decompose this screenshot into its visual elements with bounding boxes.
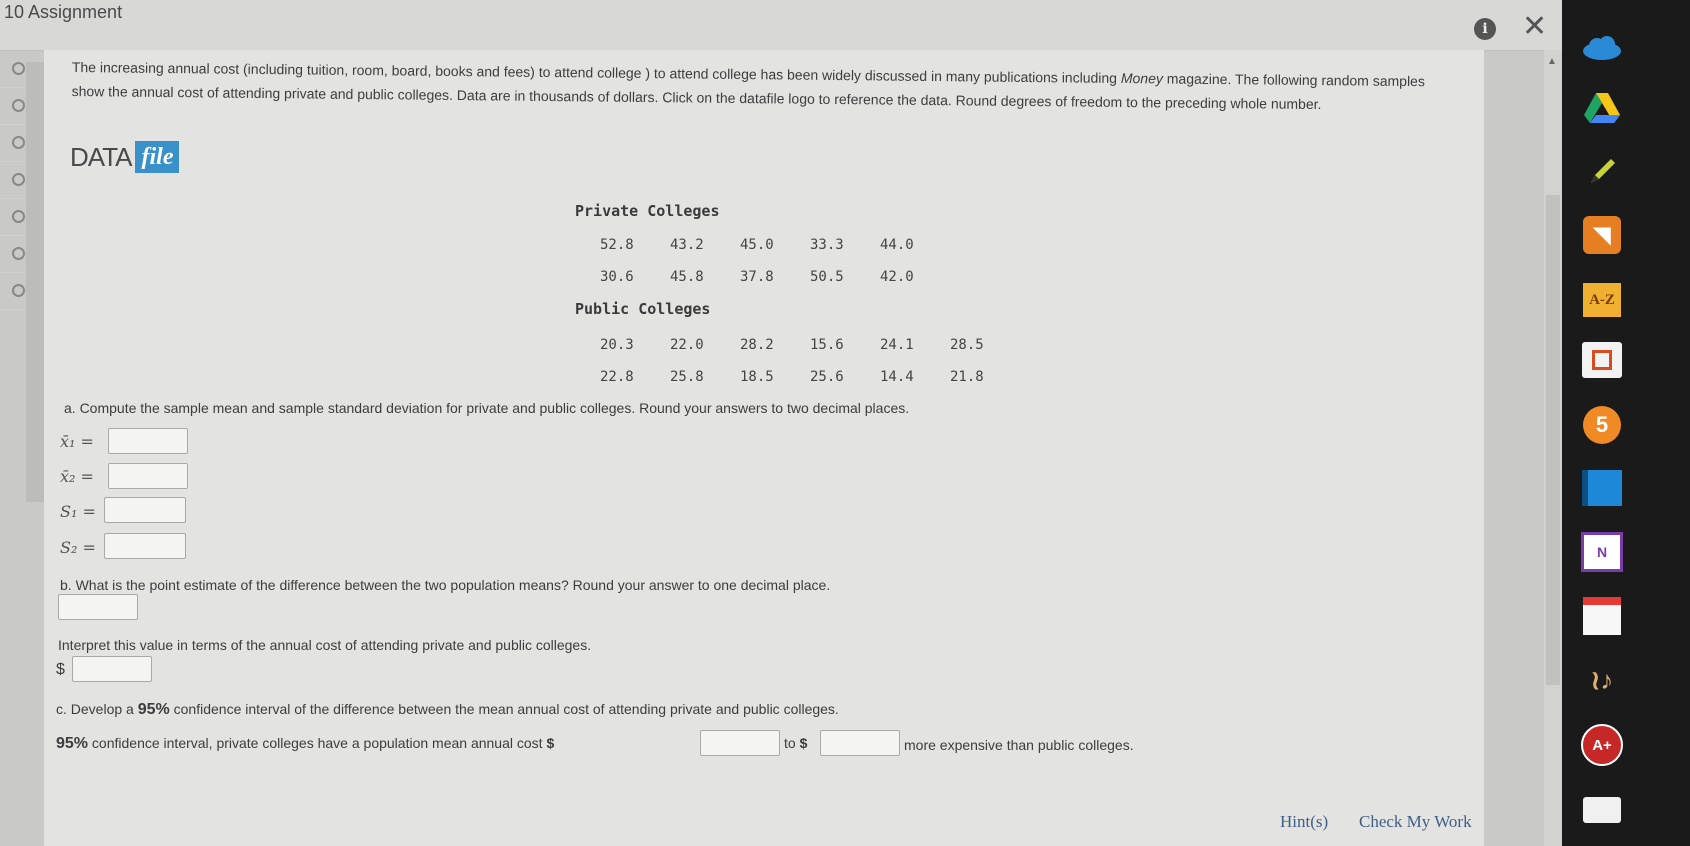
close-icon[interactable]: ✕ bbox=[1522, 12, 1547, 42]
dollar-sign: $ bbox=[56, 661, 65, 678]
public-colleges-title: Public Colleges bbox=[575, 300, 711, 318]
ci-upper-input[interactable] bbox=[820, 730, 900, 756]
table-cell: 44.0 bbox=[880, 237, 914, 253]
s2-label: S₂ = bbox=[60, 538, 96, 557]
part-b-interpret: Interpret this value in terms of the ann… bbox=[58, 637, 592, 653]
content-scrollbar[interactable]: ▲ bbox=[1544, 50, 1562, 846]
table-cell: 15.6 bbox=[810, 337, 844, 353]
drive-icon[interactable] bbox=[1580, 88, 1624, 128]
s1-input[interactable] bbox=[104, 497, 186, 523]
cloud-icon[interactable] bbox=[1580, 28, 1624, 68]
rss-icon[interactable]: ◥ bbox=[1580, 215, 1624, 255]
table-cell: 52.8 bbox=[600, 237, 634, 253]
radio-icon bbox=[12, 247, 25, 260]
five-badge-icon[interactable]: 5 bbox=[1580, 405, 1624, 445]
keyboard-icon[interactable] bbox=[1580, 790, 1624, 830]
point-estimate-input[interactable] bbox=[58, 594, 138, 620]
nav-scroll-track[interactable] bbox=[26, 62, 44, 502]
onenote-icon[interactable]: N bbox=[1580, 532, 1624, 572]
private-colleges-title: Private Colleges bbox=[575, 202, 720, 220]
table-cell: 45.0 bbox=[740, 237, 774, 253]
table-cell: 33.3 bbox=[810, 237, 844, 253]
table-cell: 43.2 bbox=[670, 237, 704, 253]
table-cell: 22.0 bbox=[670, 337, 704, 353]
datafile-logo[interactable]: DATA file bbox=[70, 140, 180, 174]
voice-icon[interactable]: ≀♪ bbox=[1580, 660, 1624, 700]
public-row-1: 20.3 22.0 28.2 15.6 24.1 28.5 bbox=[600, 337, 1020, 353]
private-row-2: 30.6 45.8 37.8 50.5 42.0 bbox=[600, 269, 950, 285]
table-cell: 25.6 bbox=[810, 369, 844, 385]
part-b-prompt: b. What is the point estimate of the dif… bbox=[60, 577, 831, 593]
public-row-2: 22.8 25.8 18.5 25.6 14.4 21.8 bbox=[600, 369, 1020, 385]
part-a-prompt: a. Compute the sample mean and sample st… bbox=[64, 400, 910, 416]
scroll-up-icon[interactable]: ▲ bbox=[1547, 56, 1557, 67]
s2-input[interactable] bbox=[104, 533, 186, 559]
ci-pct: 95% bbox=[56, 735, 89, 752]
table-cell: 14.4 bbox=[880, 369, 914, 385]
hints-link[interactable]: Hint(s) bbox=[1280, 812, 1328, 832]
ci-line: 95% confidence interval, private college… bbox=[56, 735, 554, 753]
aplus-icon[interactable]: A+ bbox=[1580, 724, 1624, 766]
part-c-prompt-pre: c. Develop a bbox=[56, 701, 138, 717]
datafile-file-text: file bbox=[135, 141, 180, 173]
table-cell: 25.8 bbox=[670, 369, 704, 385]
radio-icon bbox=[12, 210, 25, 223]
az-dictionary-icon[interactable]: A-Z bbox=[1580, 280, 1624, 320]
x2-label: x̄₂ = bbox=[60, 467, 94, 486]
ci-line-post: more expensive than public colleges. bbox=[904, 737, 1134, 753]
table-cell: 28.5 bbox=[950, 337, 984, 353]
radio-icon bbox=[12, 173, 25, 186]
question-panel bbox=[44, 50, 1484, 846]
interpret-input[interactable] bbox=[72, 656, 152, 682]
part-c-prompt: c. Develop a 95% confidence interval of … bbox=[56, 701, 839, 719]
x2-input[interactable] bbox=[108, 463, 188, 489]
dollar-sign: $ bbox=[546, 735, 555, 751]
pencil-icon[interactable] bbox=[1580, 150, 1624, 190]
table-cell: 18.5 bbox=[740, 369, 774, 385]
info-icon[interactable]: i bbox=[1474, 18, 1496, 40]
table-cell: 45.8 bbox=[670, 269, 704, 285]
table-cell: 42.0 bbox=[880, 269, 914, 285]
ci-to: to $ bbox=[784, 735, 807, 751]
s1-label: S₁ = bbox=[60, 502, 96, 521]
table-cell: 21.8 bbox=[950, 369, 984, 385]
ci-line-pre: confidence interval, private colleges ha… bbox=[88, 735, 547, 751]
datafile-data-text: DATA bbox=[70, 141, 132, 172]
radio-icon bbox=[12, 136, 25, 149]
office-icon[interactable] bbox=[1580, 340, 1624, 380]
publication-name: Money bbox=[1120, 69, 1164, 87]
scroll-thumb[interactable] bbox=[1546, 195, 1560, 685]
table-cell: 24.1 bbox=[880, 337, 914, 353]
check-my-work-link[interactable]: Check My Work bbox=[1359, 812, 1472, 832]
app-dock: ◥ A-Z 5 N ≀♪ A+ bbox=[1562, 0, 1690, 846]
title-bar: 10 Assignment i ✕ bbox=[0, 0, 1625, 51]
table-cell: 28.2 bbox=[740, 337, 774, 353]
app-title: 10 Assignment bbox=[4, 2, 123, 22]
table-cell: 30.6 bbox=[600, 269, 634, 285]
radio-icon bbox=[12, 62, 25, 75]
table-cell: 20.3 bbox=[600, 337, 634, 353]
ci-lower-input[interactable] bbox=[700, 730, 780, 756]
x1-input[interactable] bbox=[108, 428, 188, 454]
radio-icon bbox=[12, 99, 25, 112]
part-c-pct: 95% bbox=[137, 701, 170, 718]
notes-icon[interactable] bbox=[1580, 596, 1624, 636]
table-cell: 50.5 bbox=[810, 269, 844, 285]
table-cell: 22.8 bbox=[600, 369, 634, 385]
x1-label: x̄₁ = bbox=[60, 432, 94, 451]
to-text: to bbox=[784, 735, 796, 751]
radio-icon bbox=[12, 284, 25, 297]
dollar-sign: $ bbox=[799, 735, 808, 751]
book-icon[interactable] bbox=[1580, 468, 1624, 508]
private-row-1: 52.8 43.2 45.0 33.3 44.0 bbox=[600, 237, 950, 253]
part-c-prompt-post: confidence interval of the difference be… bbox=[169, 701, 839, 717]
table-cell: 37.8 bbox=[740, 269, 774, 285]
